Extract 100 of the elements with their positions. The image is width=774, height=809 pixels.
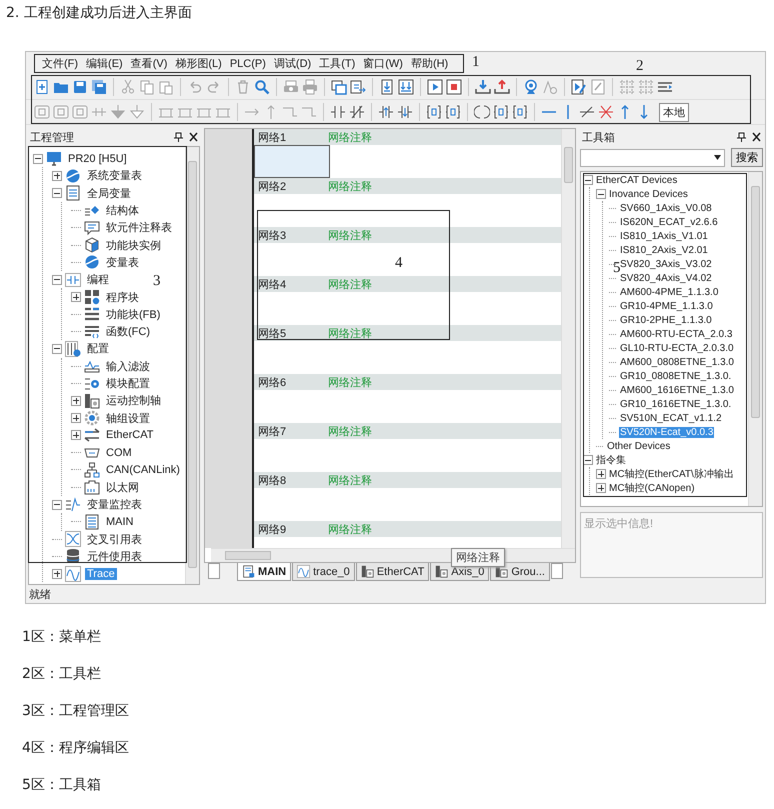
network-header[interactable]: 网络7 网络注释 — [254, 423, 561, 439]
editor-tab[interactable]: MAIN — [237, 563, 292, 581]
menu-item[interactable]: 窗口(W) — [359, 56, 407, 71]
expand-toggle[interactable] — [71, 292, 81, 302]
cross-mark-icon[interactable] — [598, 104, 614, 120]
tree-item[interactable]: EtherCAT — [104, 429, 156, 442]
tree-item[interactable]: 软元件注释表 — [104, 220, 174, 236]
tree-item[interactable]: AM600-4PME_1.1.3.0 — [619, 286, 720, 298]
tree-item[interactable]: SV660_1Axis_V0.08 — [619, 202, 713, 214]
bracket-box-icon[interactable] — [512, 104, 528, 120]
tree-item[interactable]: 功能块实例 — [104, 238, 163, 253]
tree-item[interactable]: 元件使用表 — [85, 548, 144, 564]
network-header[interactable]: 网络4 网络注释 — [254, 276, 561, 292]
network-header[interactable]: 网络6 网络注释 — [254, 374, 561, 390]
expand-toggle[interactable] — [596, 469, 606, 479]
selection-cursor[interactable] — [254, 145, 330, 178]
bracket-box-icon[interactable] — [445, 104, 461, 120]
closed-contact-icon[interactable] — [349, 104, 365, 120]
document-down-icon[interactable] — [379, 79, 395, 95]
expand-toggle[interactable] — [52, 274, 62, 285]
expand-toggle[interactable] — [71, 413, 81, 424]
tree-item[interactable]: GL10-RTU-ECTA_2.0.3.0 — [619, 342, 735, 354]
tree-item[interactable]: AM600-RTU-ECTA_2.0.3 — [619, 328, 734, 340]
network-header[interactable]: 网络5 网络注释 — [254, 325, 561, 341]
tree-item[interactable]: 变量表 — [104, 254, 141, 270]
tree-item[interactable]: AM600_1616ETNE_1.3.0 — [619, 384, 735, 396]
stop-icon[interactable] — [446, 79, 462, 95]
network-header[interactable]: 网络1 网络注释 — [254, 129, 561, 145]
contact-icon[interactable] — [330, 104, 346, 120]
tree-item[interactable]: 函数(FC) — [104, 324, 152, 340]
expand-toggle[interactable] — [52, 188, 62, 198]
documents-down-icon[interactable] — [398, 79, 414, 95]
tree-item[interactable]: 以太网 — [104, 480, 141, 495]
tree-item[interactable]: 全局变量 — [85, 186, 133, 201]
dropdown-icon[interactable] — [714, 155, 721, 160]
tree-item[interactable]: 模块配置 — [104, 376, 152, 391]
tree-item[interactable]: COM — [104, 446, 134, 459]
expand-toggle[interactable] — [596, 483, 606, 493]
new-file-icon[interactable] — [34, 79, 50, 95]
webcam-icon[interactable] — [523, 79, 539, 95]
network-header[interactable]: 网络3 网络注释 — [254, 227, 561, 243]
tree-item[interactable]: AM600_0808ETNE_1.3.0 — [619, 356, 735, 368]
tree-item[interactable]: PR20 [H5U] — [66, 152, 129, 165]
down-contact-icon[interactable] — [397, 104, 413, 120]
search-button[interactable]: 搜索 — [731, 148, 763, 167]
scrollbar[interactable] — [211, 548, 575, 562]
scrollbar[interactable] — [185, 147, 199, 584]
tree-item[interactable]: SV820_4Axis_V4.02 — [619, 272, 713, 284]
tree-item[interactable]: GR10_1616ETNE_1.3.0. — [619, 398, 732, 410]
menu-item[interactable]: 帮助(H) — [406, 56, 452, 71]
expand-toggle[interactable] — [52, 500, 62, 510]
tree-item[interactable]: 结构体 — [104, 203, 141, 218]
pin-icon[interactable] — [174, 132, 183, 142]
tree-item[interactable]: IS620N_ECAT_v2.6.6 — [619, 216, 719, 228]
pin-icon[interactable] — [737, 132, 746, 142]
windows-icon[interactable] — [331, 79, 347, 95]
save-all-icon[interactable] — [91, 79, 107, 95]
editor-tab[interactable]: trace_0 — [292, 563, 355, 581]
upload-icon[interactable] — [494, 79, 510, 95]
tree-item[interactable]: 程序块 — [104, 290, 141, 305]
network-header[interactable]: 网络8 网络注释 — [254, 472, 561, 488]
tree-item[interactable]: Inovance Devices — [608, 188, 689, 200]
editor-tab[interactable]: Grou... — [490, 563, 550, 581]
expand-toggle[interactable] — [596, 189, 606, 199]
expand-toggle[interactable] — [71, 430, 81, 440]
search-icon[interactable] — [254, 79, 270, 95]
play-icon[interactable] — [427, 79, 443, 95]
menu-item[interactable]: 文件(F) — [38, 56, 82, 71]
expand-toggle[interactable] — [583, 175, 593, 185]
tree-item[interactable]: 交叉引用表 — [85, 532, 144, 547]
expand-toggle[interactable] — [52, 568, 62, 579]
expand-toggle[interactable] — [33, 154, 43, 164]
edit-icon[interactable] — [571, 79, 587, 95]
tree-item[interactable]: 编程 — [85, 272, 111, 288]
menu-item[interactable]: 编辑(E) — [82, 56, 127, 71]
scrollbar[interactable] — [561, 129, 575, 548]
tab-scroll-right[interactable] — [550, 563, 563, 579]
up-contact-icon[interactable] — [378, 104, 394, 120]
scrollbar[interactable] — [748, 172, 762, 506]
menu-item[interactable]: 工具(T) — [315, 56, 360, 71]
save-icon[interactable] — [72, 79, 88, 95]
expand-toggle[interactable] — [71, 396, 81, 406]
tree-item[interactable]: IS810_2Axis_V2.01 — [619, 244, 709, 256]
tree-item[interactable]: 轴组设置 — [104, 410, 152, 426]
tree-item[interactable]: Other Devices — [606, 440, 672, 452]
tree-item[interactable]: 指令集 — [595, 453, 627, 467]
menu-item[interactable]: 调试(D) — [270, 56, 316, 71]
tree-item[interactable]: IS810_1Axis_V1.01 — [619, 230, 709, 242]
expand-toggle[interactable] — [52, 170, 62, 181]
bracket-box-icon[interactable] — [493, 104, 509, 120]
tree-item[interactable]: 输入滤波 — [104, 358, 152, 374]
tree-item[interactable]: CAN(CANLink) — [104, 464, 182, 476]
network-header[interactable]: 网络9 网络注释 — [254, 521, 561, 537]
coil-icon[interactable] — [474, 104, 490, 120]
tree-item[interactable]: 运动控制轴 — [104, 393, 163, 408]
tree-item[interactable]: GR10-2PHE_1.1.3.0 — [619, 314, 713, 326]
download-icon[interactable] — [475, 79, 491, 95]
slash-line-icon[interactable] — [579, 104, 595, 120]
tree-item[interactable]: SV510N_ECAT_v1.1.2 — [619, 412, 723, 424]
tree-item[interactable]: 配置 — [85, 341, 111, 356]
